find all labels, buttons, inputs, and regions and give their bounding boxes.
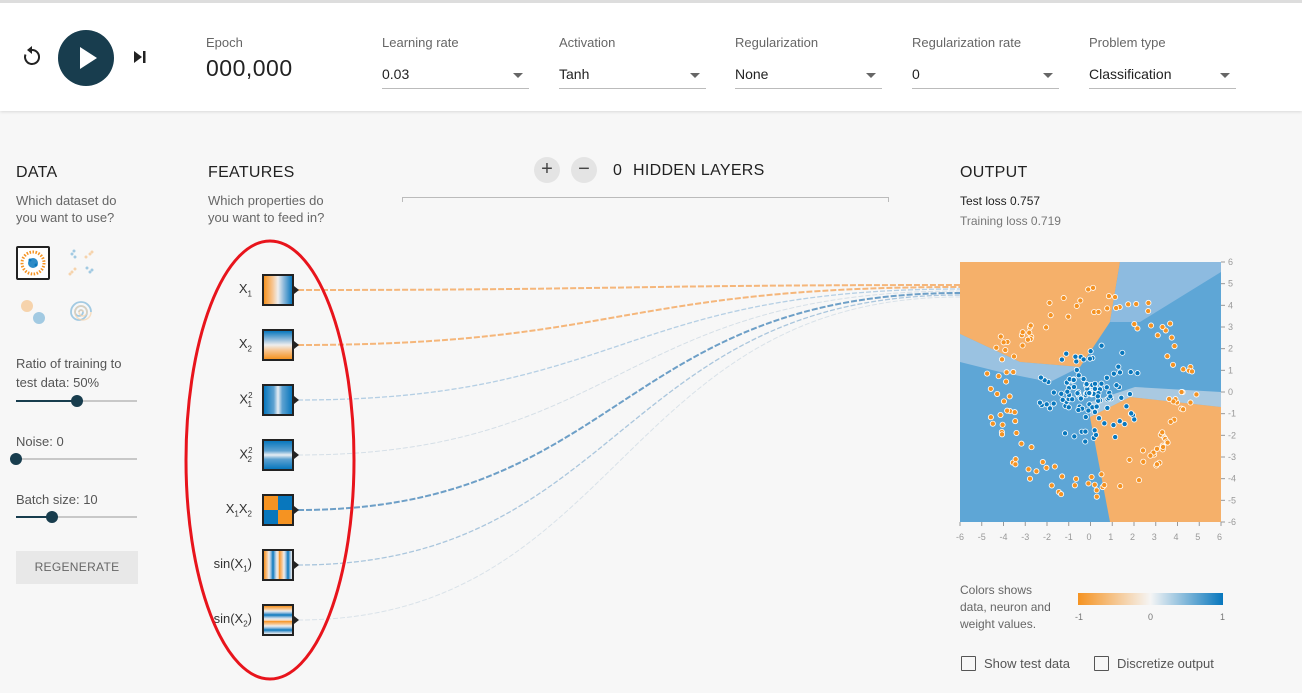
x-tick-label: -6 <box>956 532 964 542</box>
y-tick-label: -1 <box>1228 409 1236 419</box>
weight-line-x1-squared[interactable] <box>297 288 961 401</box>
weight-line-x2[interactable] <box>297 286 961 346</box>
x-tick-label: -1 <box>1065 532 1073 542</box>
x-tick-label: 4 <box>1174 532 1179 542</box>
discretize-output-label: Discretize output <box>1117 656 1214 671</box>
x-tick-label: -5 <box>978 532 986 542</box>
x-tick-label: 5 <box>1195 532 1200 542</box>
weight-line-sin-x2[interactable] <box>297 296 961 621</box>
y-tick-label: 6 <box>1228 257 1233 267</box>
show-test-data-label: Show test data <box>984 656 1070 671</box>
add-layer-button[interactable]: + <box>534 157 560 183</box>
discretize-output-checkbox[interactable] <box>1094 656 1109 671</box>
y-tick-label: 1 <box>1228 365 1233 375</box>
hidden-layers-label: HIDDEN LAYERS <box>633 162 765 179</box>
x-tick-label: 0 <box>1087 532 1092 542</box>
y-tick-label: 5 <box>1228 279 1233 289</box>
training-loss: Training loss 0.719 <box>960 214 1061 228</box>
legend-tick-mid: 0 <box>1148 612 1154 622</box>
y-tick-label: 4 <box>1228 300 1233 310</box>
x-tick-label: -4 <box>1000 532 1008 542</box>
y-tick-label: -4 <box>1228 474 1236 484</box>
x-tick-label: 6 <box>1217 532 1222 542</box>
y-tick-label: 0 <box>1228 387 1233 397</box>
legend-tick-min: -1 <box>1075 612 1084 622</box>
y-tick-label: -2 <box>1228 430 1236 440</box>
x-tick-label: 1 <box>1108 532 1113 542</box>
remove-layer-button[interactable]: − <box>571 157 597 183</box>
color-legend-bar <box>1078 593 1223 605</box>
test-loss: Test loss 0.757 <box>960 194 1041 208</box>
highlight-ellipse <box>184 239 356 681</box>
x-tick-label: 2 <box>1130 532 1135 542</box>
legend-text-line3: weight values. <box>960 617 1037 631</box>
y-tick-label: -3 <box>1228 452 1236 462</box>
output-title: OUTPUT <box>960 164 1028 181</box>
y-tick-label: 2 <box>1228 344 1233 354</box>
legend-text-line1: Colors shows <box>960 583 1033 597</box>
weight-line-x1x2[interactable] <box>297 292 961 511</box>
weight-line-x1[interactable] <box>297 284 961 291</box>
legend-tick-max: 1 <box>1220 612 1226 622</box>
hidden-layer-count: 0 <box>613 162 622 179</box>
legend-text-line2: data, neuron and <box>960 600 1051 614</box>
x-tick-label: 3 <box>1152 532 1157 542</box>
weight-line-sin-x1[interactable] <box>297 294 961 566</box>
y-tick-label: -6 <box>1228 517 1236 527</box>
x-tick-label: -3 <box>1021 532 1029 542</box>
y-tick-label: -5 <box>1228 495 1236 505</box>
show-test-data-checkbox[interactable] <box>961 656 976 671</box>
x-tick-label: -2 <box>1043 532 1051 542</box>
hidden-layers-bracket <box>402 197 889 202</box>
y-tick-label: 3 <box>1228 322 1233 332</box>
output-axes: 6 5 4 3 2 1 0 -1 -2 -3 -4 -5 -6 -6 -5 -4 -3 -2 -1 0 1 2 3 4 5 6 <box>956 257 1236 542</box>
